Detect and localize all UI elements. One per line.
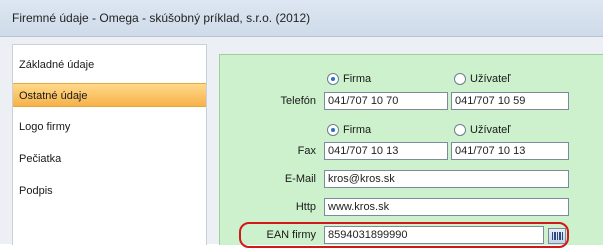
ean-label: EAN firmy (266, 229, 317, 241)
fax-firma-field[interactable]: 041/707 10 13 (324, 142, 448, 160)
company-data-window: Firemné údaje - Omega - skúšobný príklad… (0, 0, 603, 248)
sidebar-item-label: Ostatné údaje (19, 90, 88, 102)
phone-uzivatel-field[interactable]: 041/707 10 59 (451, 92, 569, 110)
http-field[interactable]: www.kros.sk (324, 198, 569, 216)
radio-unselected-icon (454, 73, 466, 85)
sidebar-item-signature[interactable]: Podpis (13, 179, 206, 203)
radio-selected-icon (327, 73, 339, 85)
sidebar-item-company-logo[interactable]: Logo firmy (13, 115, 206, 139)
sidebar-item-stamp[interactable]: Pečiatka (13, 147, 206, 171)
email-field[interactable]: kros@kros.sk (324, 170, 569, 188)
fax-uzivatel-field[interactable]: 041/707 10 13 (451, 142, 569, 160)
sidebar-item-basic-data[interactable]: Základné údaje (13, 53, 206, 77)
ean-lookup-button[interactable] (548, 228, 566, 244)
email-label: E-Mail (284, 173, 316, 185)
radio-selected-icon (327, 124, 339, 136)
ean-field[interactable]: 8594031899990 (324, 226, 544, 244)
phone-label: Telefón (280, 95, 316, 107)
window-title: Firemné údaje - Omega - skúšobný príklad… (12, 11, 311, 25)
radio-unselected-icon (454, 124, 466, 136)
barcode-icon (552, 232, 563, 240)
sidebar-item-label: Základné údaje (19, 59, 95, 71)
sidebar: Základné údaje Ostatné údaje Logo firmy … (12, 44, 207, 245)
title-bar[interactable]: Firemné údaje - Omega - skúšobný príklad… (0, 0, 603, 37)
sidebar-item-label: Logo firmy (19, 121, 71, 133)
sidebar-item-label: Podpis (19, 185, 53, 197)
phone-firma-field[interactable]: 041/707 10 70 (324, 92, 448, 110)
sidebar-item-label: Pečiatka (19, 153, 62, 165)
sidebar-item-other-data[interactable]: Ostatné údaje (13, 83, 206, 107)
http-label: Http (295, 201, 316, 213)
fax-label: Fax (297, 145, 316, 157)
